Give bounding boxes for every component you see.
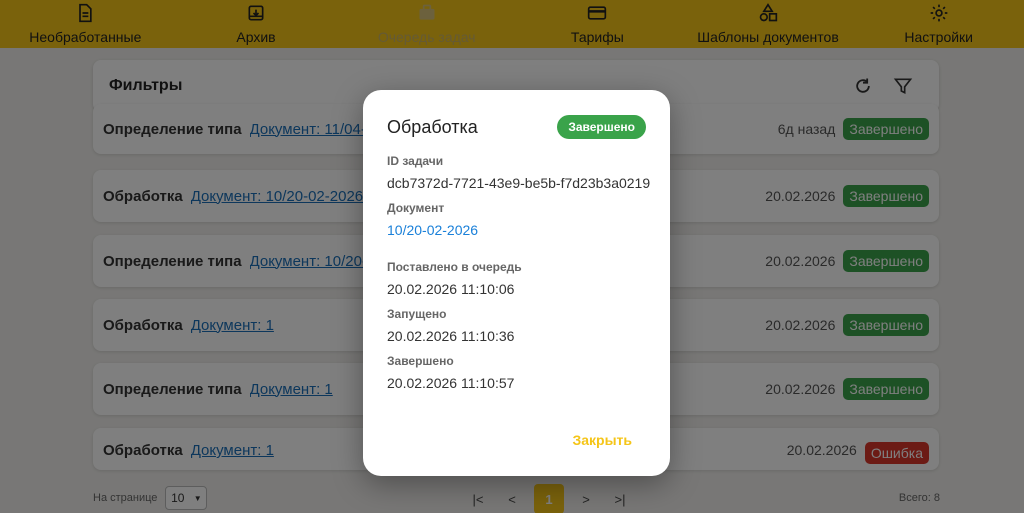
- queued-value: 20.02.2026 11:10:06: [387, 281, 515, 297]
- status-badge: Завершено: [557, 115, 646, 139]
- dialog-title: Обработка: [387, 116, 478, 137]
- started-label: Запущено: [387, 307, 447, 321]
- finished-label: Завершено: [387, 354, 454, 368]
- finished-value: 20.02.2026 11:10:57: [387, 375, 515, 391]
- document-field: Документ 10/20-02-2026: [387, 201, 478, 238]
- started-field: Запущено 20.02.2026 11:10:36: [387, 307, 514, 344]
- queued-field: Поставлено в очередь 20.02.2026 11:10:06: [387, 260, 522, 297]
- dialog-header: Обработка Завершено: [387, 114, 646, 140]
- document-label: Документ: [387, 201, 445, 215]
- close-button[interactable]: Закрыть: [572, 432, 632, 448]
- task-id-value: dcb7372d-7721-43e9-be5b-f7d23b3a0219: [387, 175, 651, 191]
- queued-label: Поставлено в очередь: [387, 260, 522, 274]
- task-id-field: ID задачи dcb7372d-7721-43e9-be5b-f7d23b…: [387, 154, 650, 191]
- task-id-label: ID задачи: [387, 154, 444, 168]
- task-details-dialog: Обработка Завершено ID задачи dcb7372d-7…: [363, 90, 670, 476]
- finished-field: Завершено 20.02.2026 11:10:57: [387, 354, 514, 391]
- started-value: 20.02.2026 11:10:36: [387, 328, 515, 344]
- document-link[interactable]: 10/20-02-2026: [387, 222, 478, 238]
